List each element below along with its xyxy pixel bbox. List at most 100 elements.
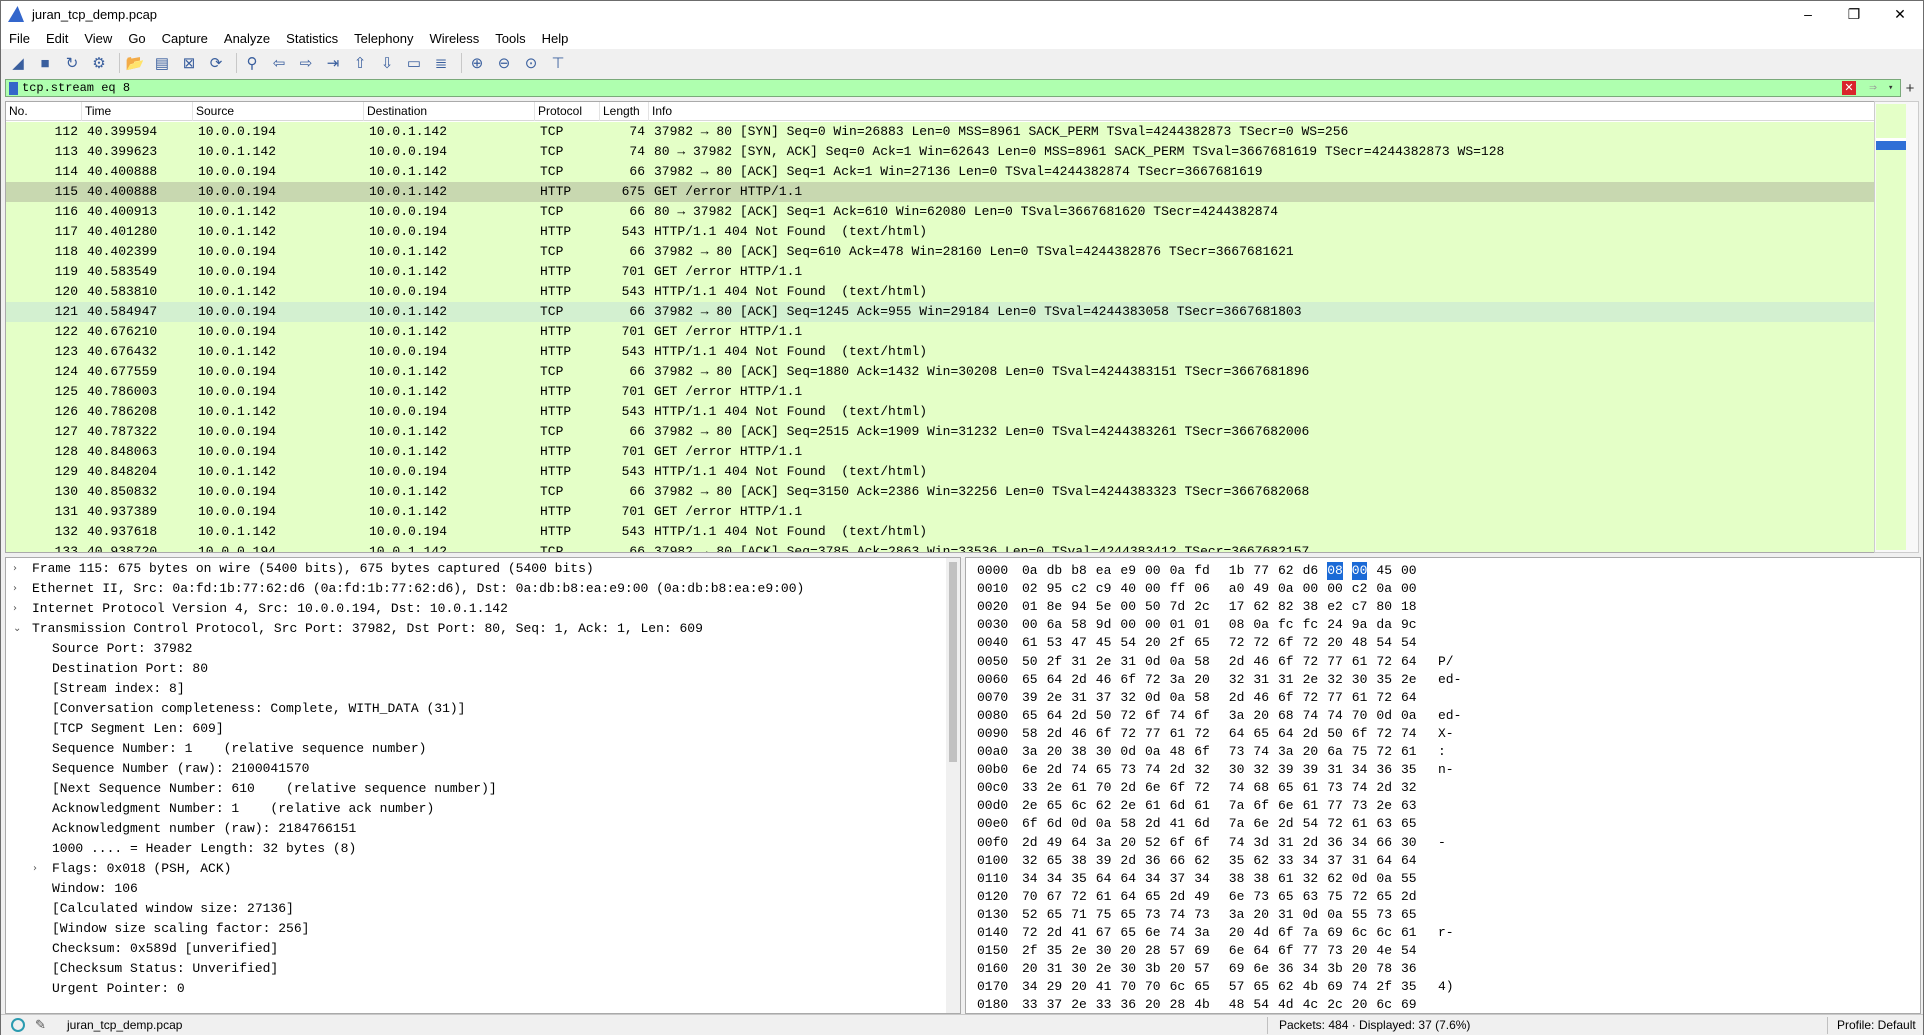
- hex-byte[interactable]: 65: [1401, 815, 1417, 833]
- hex-byte[interactable]: 72: [1376, 653, 1392, 671]
- close-button[interactable]: ✕: [1877, 1, 1923, 27]
- hex-row[interactable]: 0050 50 2f 31 2e 31 0d 0a 58 2d 46 6f 72 77 61 72 64 P/: [966, 653, 1906, 671]
- hex-byte[interactable]: 01: [1194, 616, 1210, 634]
- hex-byte[interactable]: 61: [1170, 725, 1186, 743]
- hex-byte[interactable]: 73: [1145, 906, 1161, 924]
- hex-byte[interactable]: 65: [1047, 906, 1063, 924]
- hex-byte[interactable]: 70: [1145, 978, 1161, 996]
- hex-byte[interactable]: c2: [1071, 580, 1087, 598]
- hex-byte[interactable]: 69: [1327, 978, 1343, 996]
- hex-byte[interactable]: 34: [1022, 978, 1038, 996]
- hex-byte[interactable]: 3a: [1278, 743, 1294, 761]
- hex-byte[interactable]: 6c: [1376, 996, 1392, 1013]
- hex-byte[interactable]: 65: [1047, 797, 1063, 815]
- hex-byte[interactable]: 61: [1278, 870, 1294, 888]
- hex-byte[interactable]: 2d: [1047, 725, 1063, 743]
- hex-byte[interactable]: 75: [1096, 906, 1112, 924]
- hex-row[interactable]: 0170 34 29 20 41 70 70 6c 65 57 65 62 4b 69 74 2f 35 4): [966, 978, 1906, 996]
- hex-byte[interactable]: 74: [1229, 834, 1245, 852]
- hex-byte[interactable]: 66: [1170, 852, 1186, 870]
- hex-byte[interactable]: 5e: [1096, 598, 1112, 616]
- hex-byte[interactable]: 2e: [1071, 996, 1087, 1013]
- hex-byte[interactable]: 6e: [1253, 815, 1269, 833]
- hex-byte[interactable]: 31: [1120, 653, 1136, 671]
- hex-byte[interactable]: 30: [1229, 761, 1245, 779]
- hex-byte[interactable]: 30: [1120, 960, 1136, 978]
- hex-byte[interactable]: 34: [1194, 870, 1210, 888]
- close-file-icon[interactable]: ⊠: [178, 52, 200, 74]
- display-filter-input[interactable]: tcp.stream eq 8 ✕ ⇒ ▾: [5, 79, 1901, 97]
- hex-byte[interactable]: 61: [1303, 797, 1319, 815]
- menu-file[interactable]: File: [1, 31, 38, 46]
- hex-byte[interactable]: 33: [1022, 996, 1038, 1013]
- menu-capture[interactable]: Capture: [154, 31, 216, 46]
- hex-byte[interactable]: 0a: [1376, 870, 1392, 888]
- hex-byte[interactable]: 54: [1401, 942, 1417, 960]
- hex-byte[interactable]: ea: [1096, 562, 1112, 580]
- packet-row[interactable]: 132 40.937618 10.0.1.142 10.0.0.194 HTTP 543 H…: [6, 522, 1874, 542]
- hex-byte[interactable]: 08: [1229, 616, 1245, 634]
- hex-byte[interactable]: 65: [1120, 924, 1136, 942]
- hex-byte[interactable]: 0a: [1145, 743, 1161, 761]
- hex-byte[interactable]: 20: [1253, 707, 1269, 725]
- hex-byte[interactable]: 46: [1253, 653, 1269, 671]
- hex-byte[interactable]: c7: [1352, 598, 1368, 616]
- hex-byte[interactable]: 72: [1120, 707, 1136, 725]
- hex-byte[interactable]: 31: [1278, 906, 1294, 924]
- hex-byte[interactable]: 20: [1022, 960, 1038, 978]
- hex-byte[interactable]: 06: [1194, 580, 1210, 598]
- hex-byte[interactable]: 46: [1071, 725, 1087, 743]
- hex-byte[interactable]: 34: [1352, 834, 1368, 852]
- hex-byte[interactable]: 72: [1229, 634, 1245, 652]
- hex-byte[interactable]: 0a: [1401, 707, 1417, 725]
- hex-byte[interactable]: 37: [1096, 689, 1112, 707]
- menu-edit[interactable]: Edit: [38, 31, 76, 46]
- hex-byte[interactable]: 28: [1170, 996, 1186, 1013]
- hex-byte[interactable]: 3a: [1229, 906, 1245, 924]
- hex-byte[interactable]: 3b: [1145, 960, 1161, 978]
- column-header-protocol[interactable]: Protocol: [535, 102, 600, 121]
- hex-byte[interactable]: 61: [1352, 689, 1368, 707]
- hex-byte[interactable]: 72: [1145, 671, 1161, 689]
- hex-row[interactable]: 00a0 3a 20 38 30 0d 0a 48 6f 73 74 3a 20 6a 75 72 61:: [966, 743, 1906, 761]
- hex-byte[interactable]: 32: [1327, 671, 1343, 689]
- hex-row[interactable]: 0060 65 64 2d 46 6f 72 3a 20 32 31 31 2e 32 30 35 2e ed-: [966, 671, 1906, 689]
- hex-byte[interactable]: 45: [1096, 634, 1112, 652]
- hex-byte[interactable]: 33: [1096, 996, 1112, 1013]
- hex-byte[interactable]: 74: [1229, 779, 1245, 797]
- back-icon[interactable]: ⇦: [268, 52, 290, 74]
- packet-row[interactable]: 125 40.786003 10.0.0.194 10.0.1.142 HTTP 701 G…: [6, 382, 1874, 402]
- hex-byte[interactable]: 65: [1278, 888, 1294, 906]
- hex-byte[interactable]: fc: [1278, 616, 1294, 634]
- menu-statistics[interactable]: Statistics: [278, 31, 346, 46]
- hex-byte[interactable]: 74: [1401, 725, 1417, 743]
- hex-byte[interactable]: 48: [1352, 634, 1368, 652]
- hex-byte[interactable]: 30: [1401, 834, 1417, 852]
- hex-byte[interactable]: 70: [1352, 707, 1368, 725]
- hex-byte[interactable]: fd: [1194, 562, 1210, 580]
- hex-byte[interactable]: 2d: [1170, 888, 1186, 906]
- expand-arrow-icon[interactable]: ›: [13, 559, 25, 579]
- detail-row[interactable]: Source Port: 37982: [6, 639, 946, 659]
- hex-byte[interactable]: 6f: [1278, 942, 1294, 960]
- hex-byte[interactable]: 45: [1376, 562, 1392, 580]
- hex-byte[interactable]: 2d: [1120, 779, 1136, 797]
- hex-byte[interactable]: 62: [1194, 852, 1210, 870]
- shark-fin-start-icon[interactable]: ◢: [7, 52, 29, 74]
- hex-byte[interactable]: 74: [1352, 779, 1368, 797]
- hex-byte[interactable]: 32: [1022, 852, 1038, 870]
- hex-byte[interactable]: 2d: [1145, 815, 1161, 833]
- packet-row[interactable]: 133 40.938720 10.0.0.194 10.0.1.142 TCP 66 379…: [6, 542, 1874, 552]
- hex-byte[interactable]: 34: [1145, 870, 1161, 888]
- hex-byte[interactable]: 4d: [1278, 996, 1294, 1013]
- detail-row[interactable]: Checksum: 0x589d [unverified]: [6, 939, 946, 959]
- hex-byte[interactable]: 64: [1120, 870, 1136, 888]
- hex-byte[interactable]: 2e: [1022, 797, 1038, 815]
- packet-row[interactable]: 129 40.848204 10.0.1.142 10.0.0.194 HTTP 543 H…: [6, 462, 1874, 482]
- hex-byte[interactable]: 65: [1047, 852, 1063, 870]
- hex-byte[interactable]: 2d: [1229, 653, 1245, 671]
- hex-byte[interactable]: 17: [1229, 598, 1245, 616]
- hex-byte[interactable]: 65: [1022, 671, 1038, 689]
- hex-byte[interactable]: 65: [1278, 779, 1294, 797]
- hex-byte[interactable]: 64: [1253, 942, 1269, 960]
